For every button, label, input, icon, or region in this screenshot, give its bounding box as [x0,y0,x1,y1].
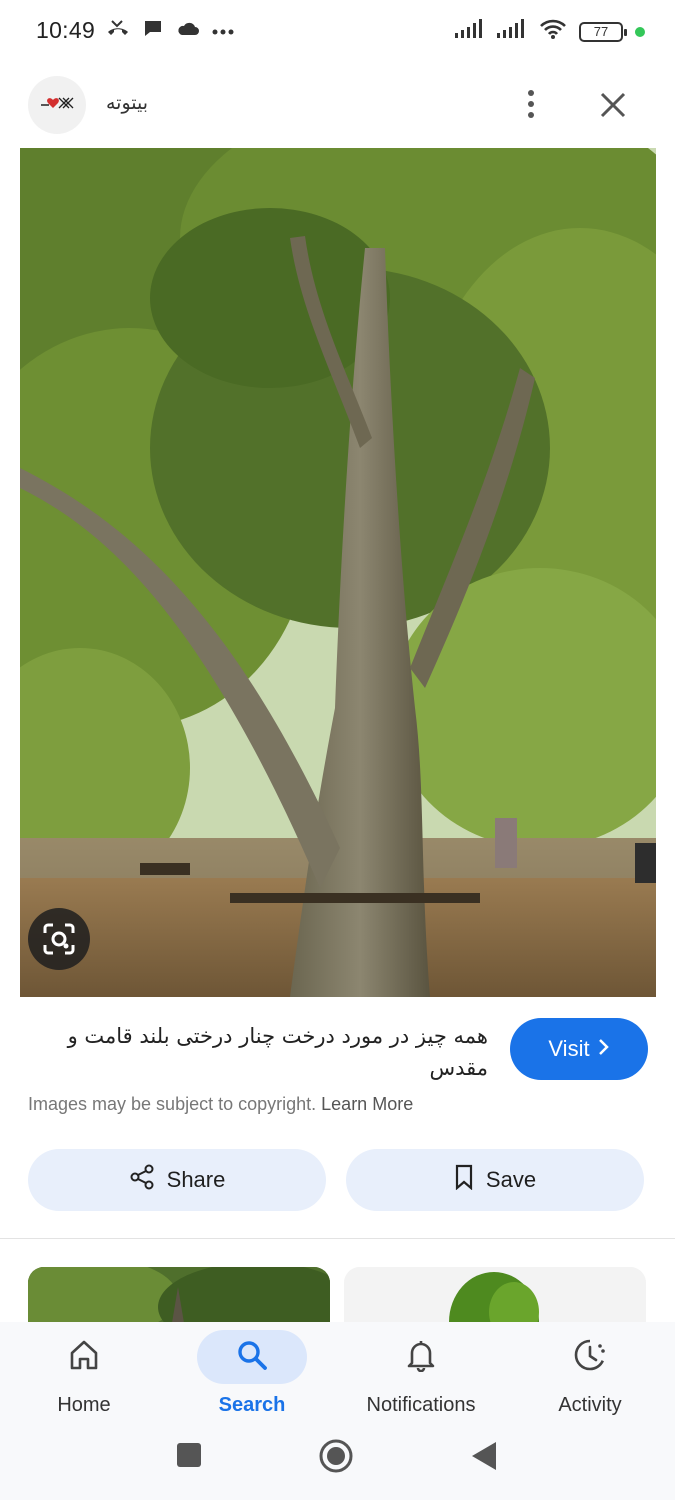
visit-label: Visit [548,1036,590,1061]
search-icon [236,1339,268,1376]
copyright-notice: Images may be subject to copyright. Lear… [28,1094,413,1115]
nav-label-search: Search [218,1394,286,1416]
signal-icon [455,19,485,44]
privacy-indicator-dot [635,26,645,37]
nav-activity[interactable]: Activity [506,1322,674,1422]
battery-icon: 77 [579,21,627,42]
more-vert-icon[interactable] [514,86,548,122]
bookmark-icon [454,1164,474,1196]
status-bar: 10:49 77 [0,0,675,64]
bell-icon [406,1338,436,1377]
save-button[interactable]: Save [346,1149,644,1211]
nav-home[interactable]: Home [0,1322,168,1422]
wifi-icon [539,18,567,45]
chat-bubble-icon [142,18,164,45]
result-image[interactable] [20,148,656,997]
visit-button[interactable]: Visit [510,1018,648,1080]
missed-call-icon [106,18,130,45]
share-icon [129,1164,155,1196]
nav-label-home: Home [57,1394,111,1416]
share-button[interactable]: Share [28,1149,326,1211]
save-label: Save [485,1167,537,1192]
nav-label-notifications: Notifications [366,1394,476,1416]
home-icon [69,1339,99,1376]
site-logo[interactable] [28,76,86,134]
cloud-icon [176,19,200,44]
close-icon[interactable] [594,86,632,124]
back-triangle-icon[interactable] [470,1440,498,1477]
result-title[interactable]: همه چیز در مورد درخت چنار درختی بلند قام… [28,1020,488,1084]
lens-icon[interactable] [28,908,90,970]
share-label: Share [166,1167,226,1192]
system-navigation-bar [0,1430,675,1486]
chevron-right-icon [598,1036,610,1062]
divider [0,1238,675,1239]
header: بیتوته [0,64,675,148]
nav-notifications[interactable]: Notifications [337,1322,505,1422]
signal-icon [497,19,527,44]
learn-more-link[interactable]: Learn More [321,1094,413,1114]
site-name[interactable]: بیتوته [106,92,148,115]
recents-icon[interactable] [176,1442,202,1473]
more-dots-icon [212,23,234,41]
nav-label-activity: Activity [558,1394,622,1416]
status-time: 10:49 [36,17,96,43]
copyright-text: Images may be subject to copyright. [28,1094,317,1114]
activity-icon [573,1338,607,1377]
nav-search[interactable]: Search [168,1322,336,1422]
home-circle-icon[interactable] [319,1439,353,1478]
